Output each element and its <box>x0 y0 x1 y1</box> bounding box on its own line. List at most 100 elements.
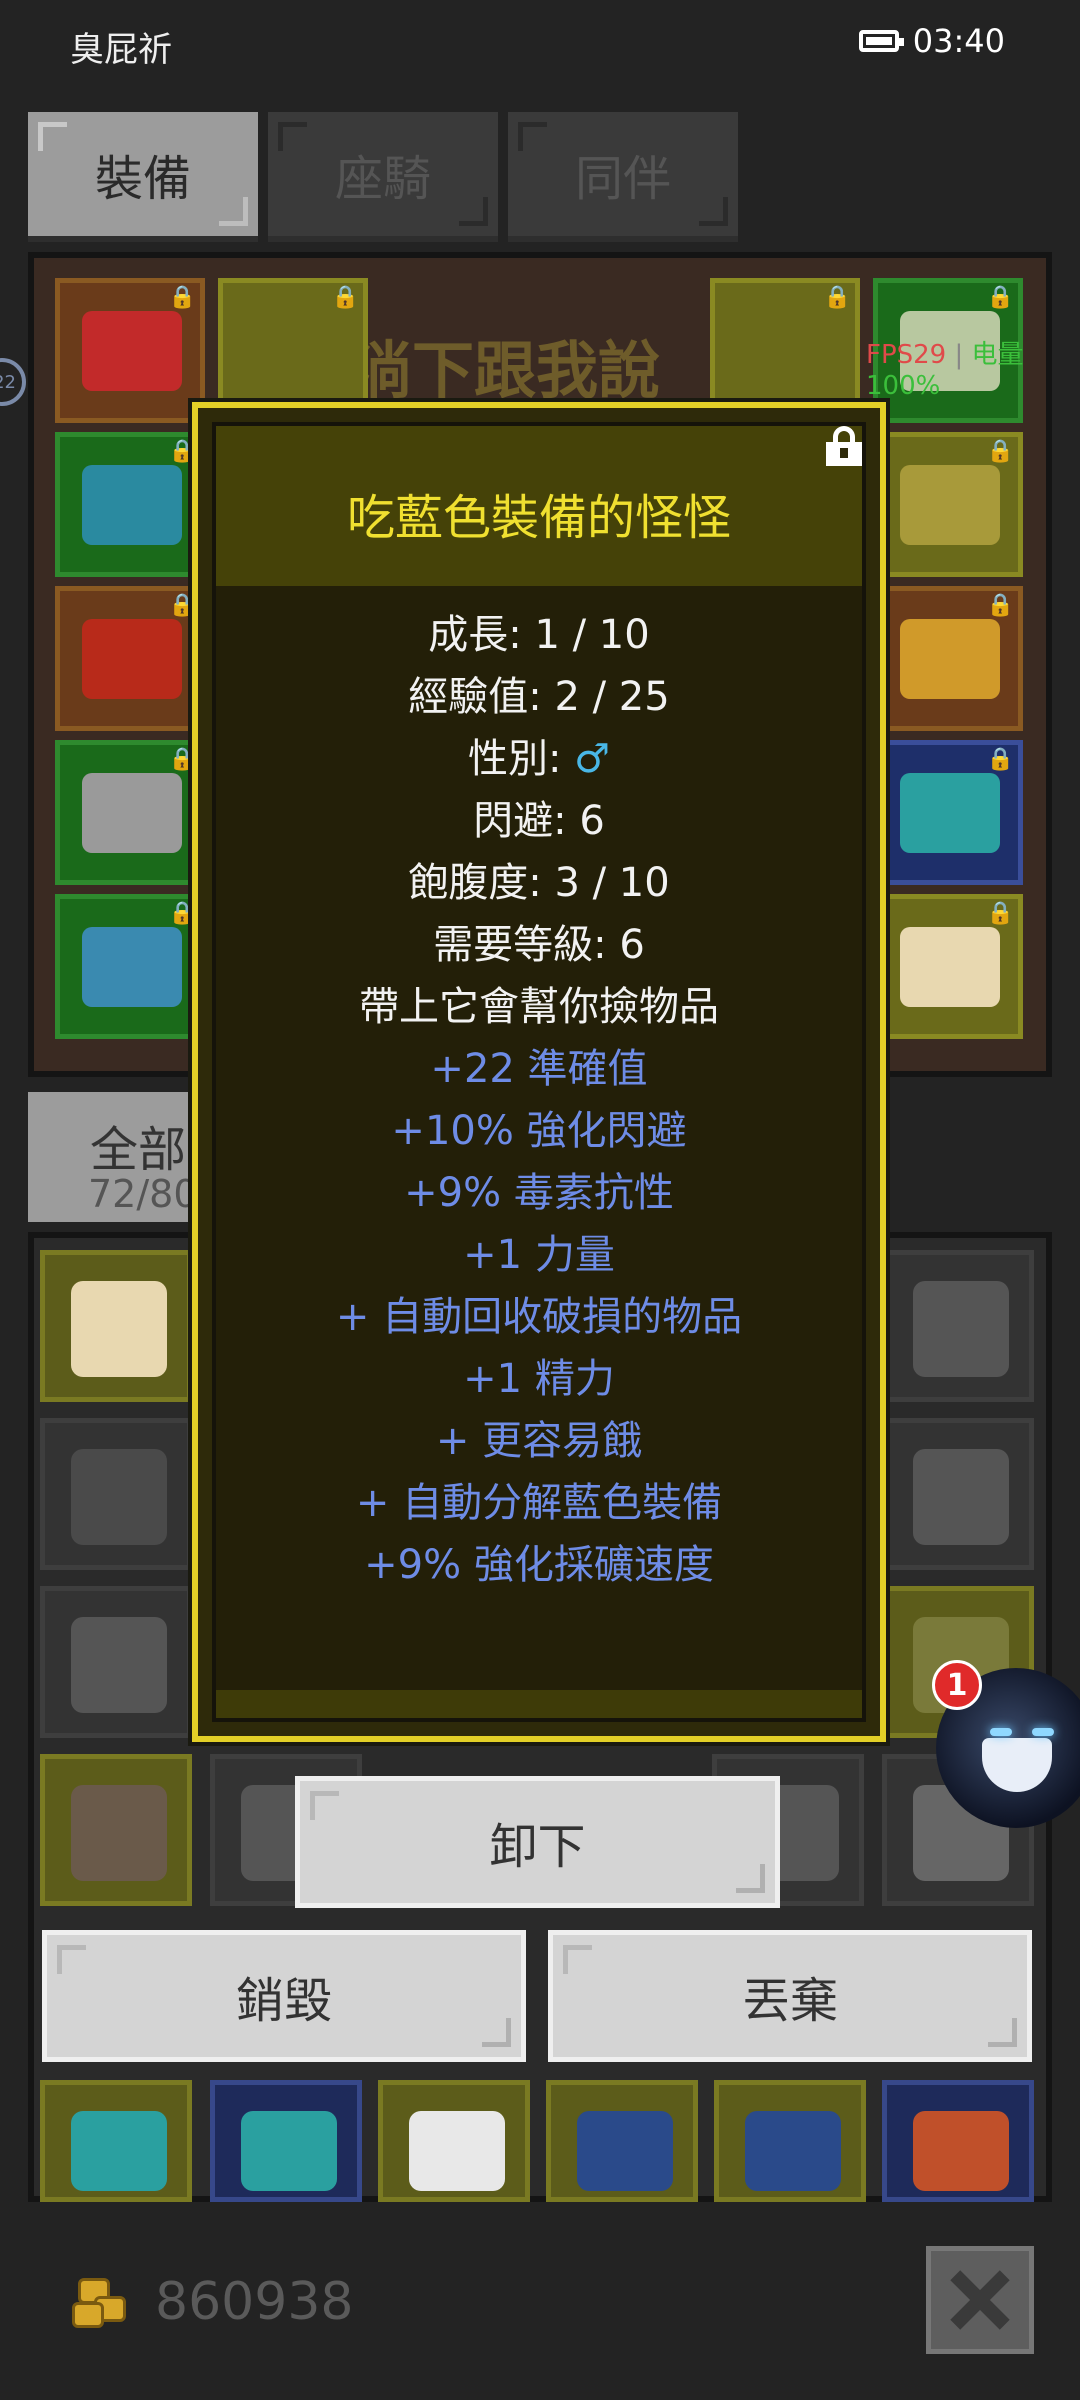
close-button[interactable] <box>926 2246 1034 2354</box>
ring-icon <box>900 465 1000 545</box>
mace-icon <box>913 1449 1009 1545</box>
bonus-poison-resist: +9% 毒素抗性 <box>404 1170 674 1216</box>
lock-icon: 🔒 <box>986 901 1014 926</box>
tab-equipment[interactable]: 裝備 <box>28 112 258 242</box>
inventory-slot[interactable] <box>882 1418 1034 1570</box>
tab-label: 座騎 <box>334 151 431 207</box>
tab-label: 同伴 <box>574 151 671 207</box>
bonus-strength: +1 力量 <box>463 1232 615 1278</box>
destroy-button[interactable]: 銷毀 <box>42 1930 526 2062</box>
helmet-icon <box>82 311 182 391</box>
bonus-energy: +1 精力 <box>463 1356 615 1402</box>
inventory-count: 72/80 <box>88 1172 198 1216</box>
inventory-slot[interactable] <box>546 2080 698 2202</box>
lock-icon[interactable] <box>826 426 862 466</box>
stat-growth: 成長: 1 / 10 <box>428 612 650 658</box>
drop-button[interactable]: 丟棄 <box>548 1930 1032 2062</box>
belt-icon <box>82 927 182 1007</box>
fps-overlay: FPS29 | 电量100% <box>866 340 1024 401</box>
fps-text: FPS29 <box>866 340 947 370</box>
stat-required-level: 需要等級: 6 <box>433 922 645 968</box>
inventory-slot[interactable] <box>210 2080 362 2202</box>
status-bar-title: 臭屁祈 <box>70 30 172 70</box>
bird-icon <box>745 2111 841 2191</box>
notification-badge: 1 <box>932 1660 982 1710</box>
unequip-label: 卸下 <box>489 1819 586 1875</box>
gold-amount: 860938 <box>155 2272 354 2332</box>
lock-icon: 🔒 <box>331 285 359 310</box>
bonus-accuracy: +22 準確值 <box>430 1046 648 1092</box>
lock-icon: 🔒 <box>986 593 1014 618</box>
eye-left <box>990 1728 1012 1736</box>
armor-slot[interactable]: 🔒 <box>55 432 205 577</box>
ring-slot-2[interactable]: 🔒 <box>873 586 1023 731</box>
stat-satiety: 飽腹度: 3 / 10 <box>408 860 670 906</box>
filter-label: 全部 <box>90 1122 187 1178</box>
battery-icon <box>858 30 904 52</box>
fish-icon <box>71 2111 167 2191</box>
fish-icon <box>241 2111 337 2191</box>
drop-label: 丟棄 <box>741 1973 838 2029</box>
inventory-slot[interactable] <box>714 2080 866 2202</box>
destroy-label: 銷毀 <box>235 1973 332 2029</box>
side-floating-badge[interactable]: 22 <box>0 358 26 406</box>
status-bar-right: 03:40 <box>858 22 1005 60</box>
bonus-dodge: +10% 強化閃避 <box>391 1108 687 1154</box>
inventory-slot[interactable] <box>378 2080 530 2202</box>
bonus-hunger: + 更容易餓 <box>435 1418 643 1464</box>
lock-icon: 🔒 <box>986 285 1014 310</box>
inventory-slot[interactable] <box>40 1250 192 1402</box>
fish-icon <box>900 773 1000 853</box>
inventory-slot[interactable] <box>40 2080 192 2202</box>
eye-right <box>1032 1728 1054 1736</box>
gloves-slot[interactable]: 🔒 <box>55 586 205 731</box>
bonus-auto-salvage: + 自動分解藍色裝備 <box>355 1480 723 1526</box>
spear-icon <box>71 1785 167 1881</box>
gold-coins-icon <box>72 2278 132 2328</box>
cat-icon <box>71 1281 167 1377</box>
tab-label: 裝備 <box>94 151 191 207</box>
item-title: 吃藍色裝備的怪怪 <box>346 490 731 546</box>
stat-experience: 經驗值: 2 / 25 <box>408 674 670 720</box>
bonus-mining-speed: +9% 強化採礦速度 <box>364 1542 714 1588</box>
helmet-slot[interactable]: 🔒 <box>55 278 205 423</box>
bird-icon <box>577 2111 673 2191</box>
belt-slot[interactable]: 🔒 <box>55 894 205 1039</box>
gloves-icon <box>82 619 182 699</box>
stat-gender: 性別: ♂ <box>192 728 886 790</box>
equipment-banner: 淌下跟我說 <box>350 334 661 407</box>
mace-icon <box>913 1281 1009 1377</box>
scroll-icon <box>913 2111 1009 2191</box>
lock-icon: 🔒 <box>986 747 1014 772</box>
clock: 03:40 <box>912 22 1005 60</box>
helmet-icon <box>71 1449 167 1545</box>
tab-companion[interactable]: 同伴 <box>508 112 738 242</box>
inventory-slot[interactable] <box>40 1418 192 1570</box>
lock-icon: 🔒 <box>823 285 851 310</box>
unequip-button[interactable]: 卸下 <box>295 1776 780 1908</box>
inventory-slot[interactable] <box>40 1586 192 1738</box>
inventory-slot[interactable] <box>40 1754 192 1906</box>
item-stats: 成長: 1 / 10 經驗值: 2 / 25 性別: ♂ 閃避: 6 飽腹度: … <box>192 604 886 1596</box>
inventory-slot[interactable] <box>882 1250 1034 1402</box>
lock-icon: 🔒 <box>168 285 196 310</box>
bonus-auto-recycle: + 自動回收破損的物品 <box>335 1294 743 1340</box>
tab-mount[interactable]: 座騎 <box>268 112 498 242</box>
boots-slot[interactable]: 🔒 <box>55 740 205 885</box>
male-icon: ♂ <box>574 736 611 782</box>
stat-description: 帶上它會幫你撿物品 <box>359 984 719 1030</box>
ring-icon <box>900 619 1000 699</box>
rabbit-icon <box>409 2111 505 2191</box>
mace-icon <box>71 1617 167 1713</box>
cat-icon <box>900 927 1000 1007</box>
armor-icon <box>82 465 182 545</box>
boots-icon <box>82 773 182 853</box>
inventory-slot[interactable] <box>882 2080 1034 2202</box>
stat-dodge: 閃避: 6 <box>473 798 605 844</box>
mask-icon <box>982 1738 1052 1792</box>
stat-gender-text: 性別: ♂ <box>467 736 611 782</box>
lock-icon: 🔒 <box>986 439 1014 464</box>
ring-slot[interactable]: 🔒 <box>873 432 1023 577</box>
pet-slot[interactable]: 🔒 <box>873 740 1023 885</box>
companion-slot[interactable]: 🔒 <box>873 894 1023 1039</box>
